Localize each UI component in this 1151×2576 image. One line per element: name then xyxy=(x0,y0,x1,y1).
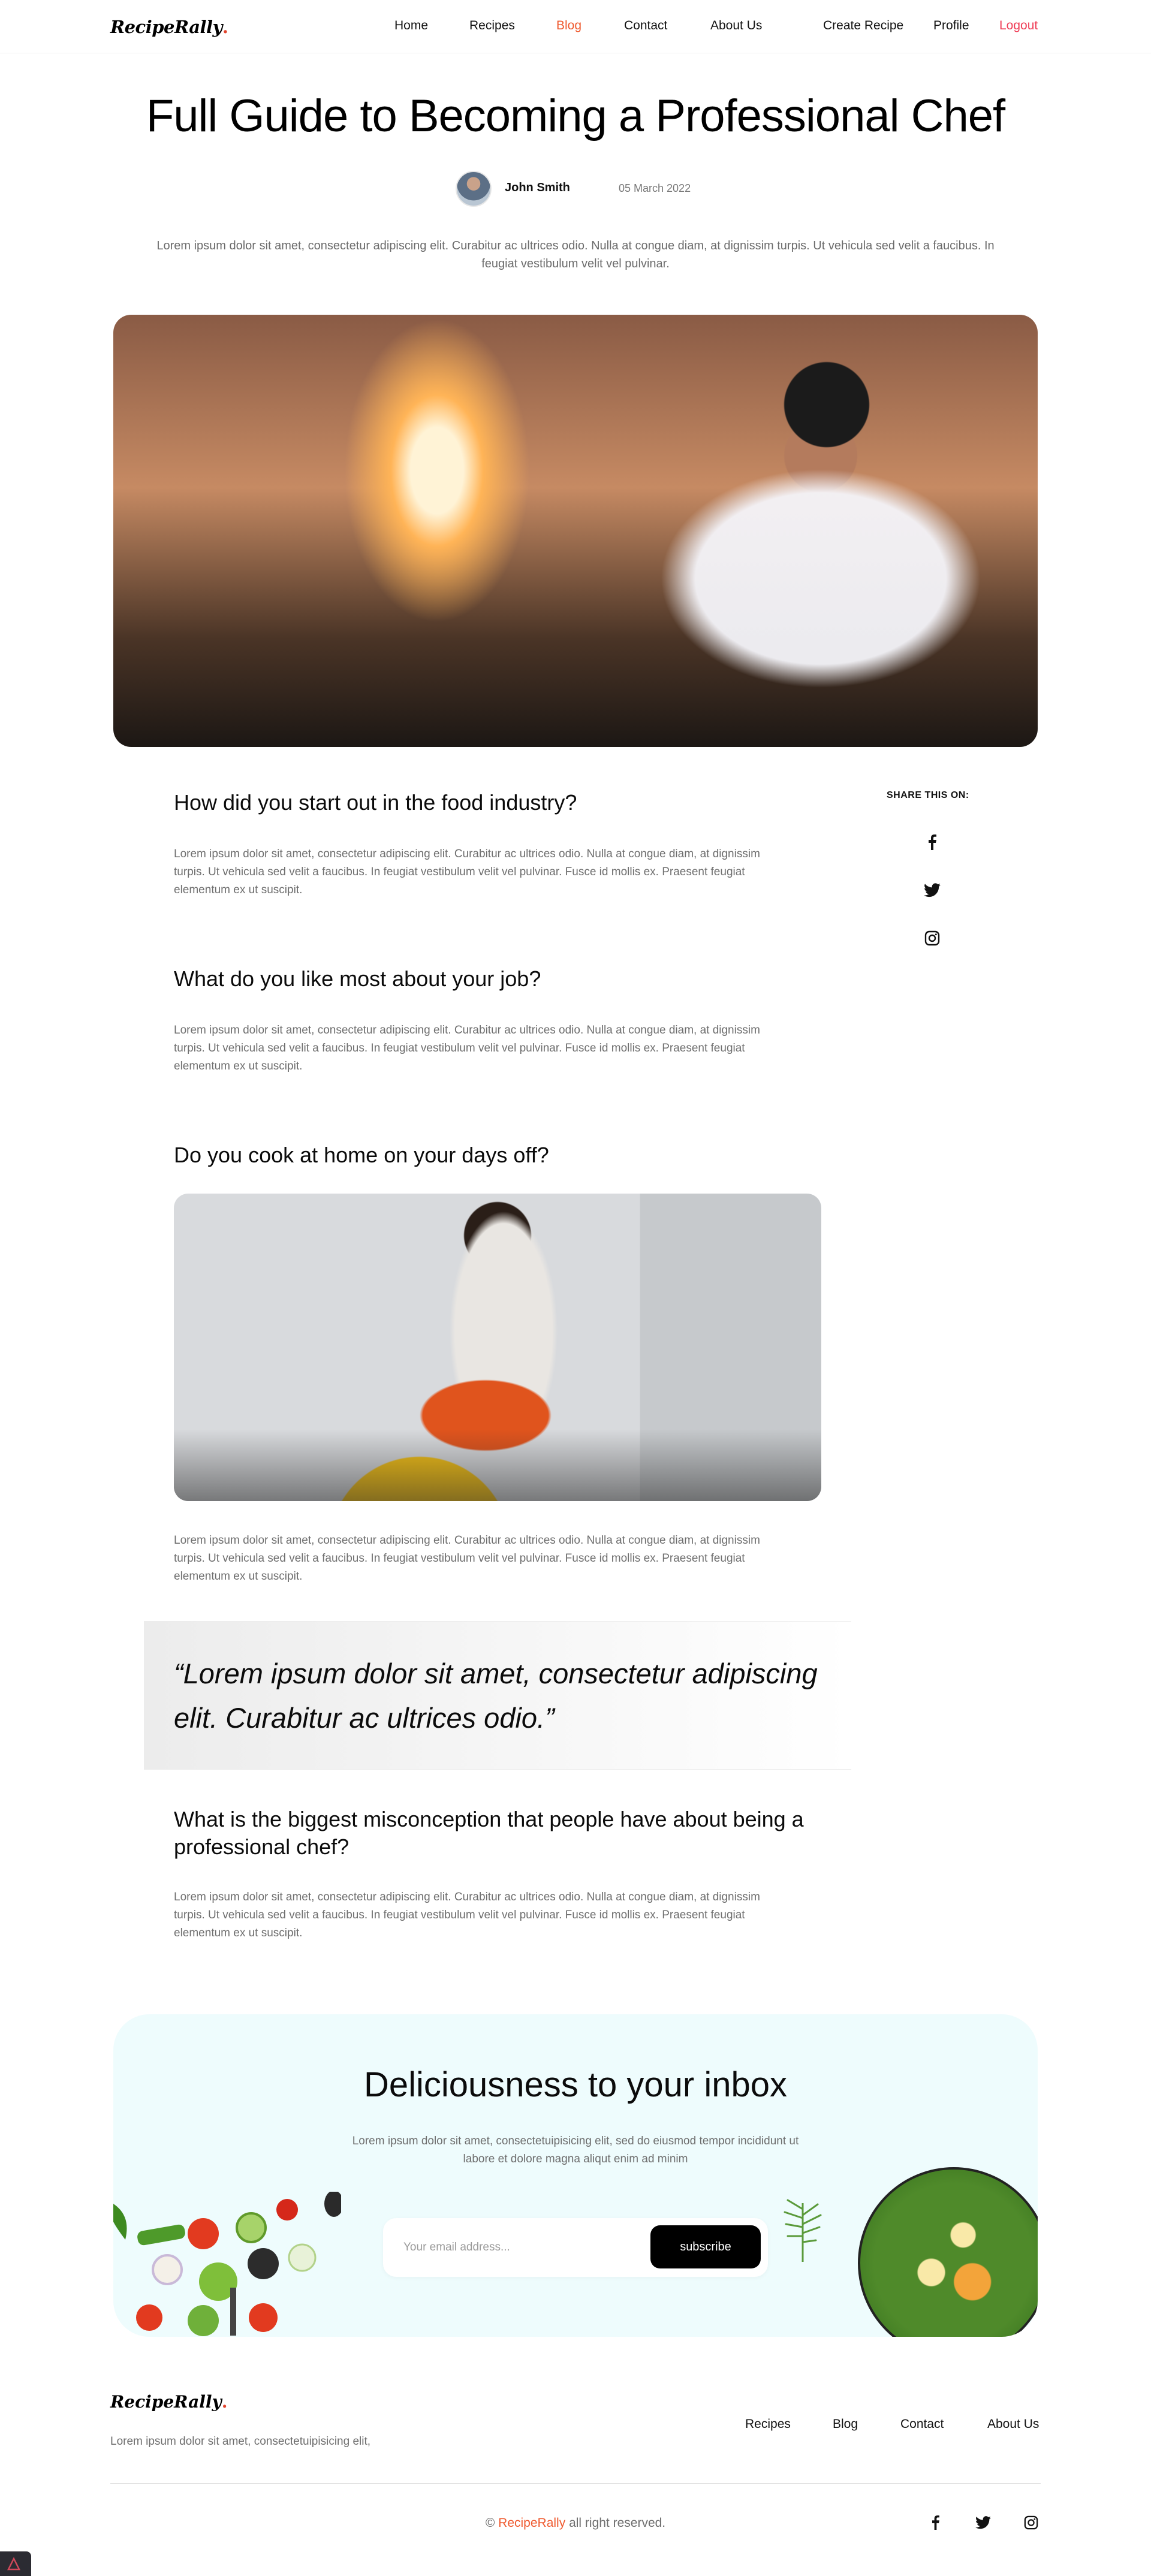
footer-divider xyxy=(110,2483,1041,2484)
corner-widget[interactable] xyxy=(0,2551,31,2576)
footer-text: Lorem ipsum dolor sit amet, consectetuip… xyxy=(110,2435,371,2448)
page-title: Full Guide to Becoming a Professional Ch… xyxy=(146,91,1005,141)
logout-link[interactable]: Logout xyxy=(999,19,1038,33)
footer-nav-about-us[interactable]: About Us xyxy=(987,2417,1039,2432)
nav-contact[interactable]: Contact xyxy=(624,19,667,33)
hero-image xyxy=(113,315,1038,747)
copyright-symbol: © xyxy=(485,2516,495,2530)
nav-home[interactable]: Home xyxy=(394,19,428,33)
section-body: Lorem ipsum dolor sit amet, consectetur … xyxy=(174,848,760,896)
facebook-icon[interactable] xyxy=(923,833,941,851)
email-input[interactable] xyxy=(403,2232,643,2262)
instagram-icon[interactable] xyxy=(1023,2514,1039,2531)
quote-text: “Lorem ipsum dolor sit amet, consectetur… xyxy=(174,1658,818,1734)
footer-nav-blog[interactable]: Blog xyxy=(833,2417,858,2432)
nav-about-us[interactable]: About Us xyxy=(710,19,762,33)
section-heading: Do you cook at home on your days off? xyxy=(174,1143,549,1167)
section-heading: What do you like most about your job? xyxy=(174,966,541,991)
intro-text: Lorem ipsum dolor sit amet, consectetur … xyxy=(156,239,995,270)
footer-logo-text: RecipeRally xyxy=(110,2392,222,2412)
newsletter-section: Deliciousness to your inbox Lorem ipsum … xyxy=(113,2014,1038,2337)
salad-bowl-illustration xyxy=(858,2167,1038,2337)
site-header: RecipeRally. Home Recipes Blog Contact A… xyxy=(0,0,1151,53)
section-body: Lorem ipsum dolor sit amet, consectetur … xyxy=(174,1024,760,1072)
share-label: SHARE THIS ON: xyxy=(887,790,969,800)
home-kitchen-image xyxy=(174,1194,821,1501)
copyright-text: all right reserved. xyxy=(569,2516,666,2530)
widget-icon xyxy=(7,2557,21,2571)
vegetables-illustration xyxy=(113,2192,341,2336)
nav-recipes[interactable]: Recipes xyxy=(469,19,515,33)
post-date: 05 March 2022 xyxy=(619,182,691,194)
section-heading: What is the biggest misconception that p… xyxy=(174,1807,804,1859)
site-logo[interactable]: RecipeRally. xyxy=(110,17,228,37)
newsletter-title: Deliciousness to your inbox xyxy=(363,2065,788,2104)
author-avatar[interactable] xyxy=(456,171,492,207)
twitter-icon[interactable] xyxy=(975,2514,992,2531)
logo-text: RecipeRally xyxy=(110,17,222,37)
subscribe-button[interactable]: subscribe xyxy=(650,2225,761,2268)
section-body: Lorem ipsum dolor sit amet, consectetur … xyxy=(174,1534,760,1583)
author-name[interactable]: John Smith xyxy=(505,181,570,195)
newsletter-form: subscribe xyxy=(383,2218,768,2277)
herb-illustration xyxy=(784,2199,822,2262)
pull-quote: “Lorem ipsum dolor sit amet, consectetur… xyxy=(144,1621,851,1770)
copyright-brand[interactable]: RecipeRally xyxy=(498,2516,565,2530)
profile-link[interactable]: Profile xyxy=(933,19,969,33)
footer-nav-recipes[interactable]: Recipes xyxy=(745,2417,791,2432)
instagram-icon[interactable] xyxy=(923,929,941,947)
section-heading: How did you start out in the food indust… xyxy=(174,790,577,815)
twitter-icon[interactable] xyxy=(923,881,941,899)
facebook-icon[interactable] xyxy=(927,2514,944,2531)
section-body: Lorem ipsum dolor sit amet, consectetur … xyxy=(174,1891,760,1939)
footer-logo[interactable]: RecipeRally. xyxy=(110,2392,228,2412)
newsletter-text: Lorem ipsum dolor sit amet, consectetuip… xyxy=(352,2135,799,2165)
create-recipe-link[interactable]: Create Recipe xyxy=(823,19,903,33)
nav-blog[interactable]: Blog xyxy=(556,19,581,33)
footer-nav-contact[interactable]: Contact xyxy=(900,2417,944,2432)
